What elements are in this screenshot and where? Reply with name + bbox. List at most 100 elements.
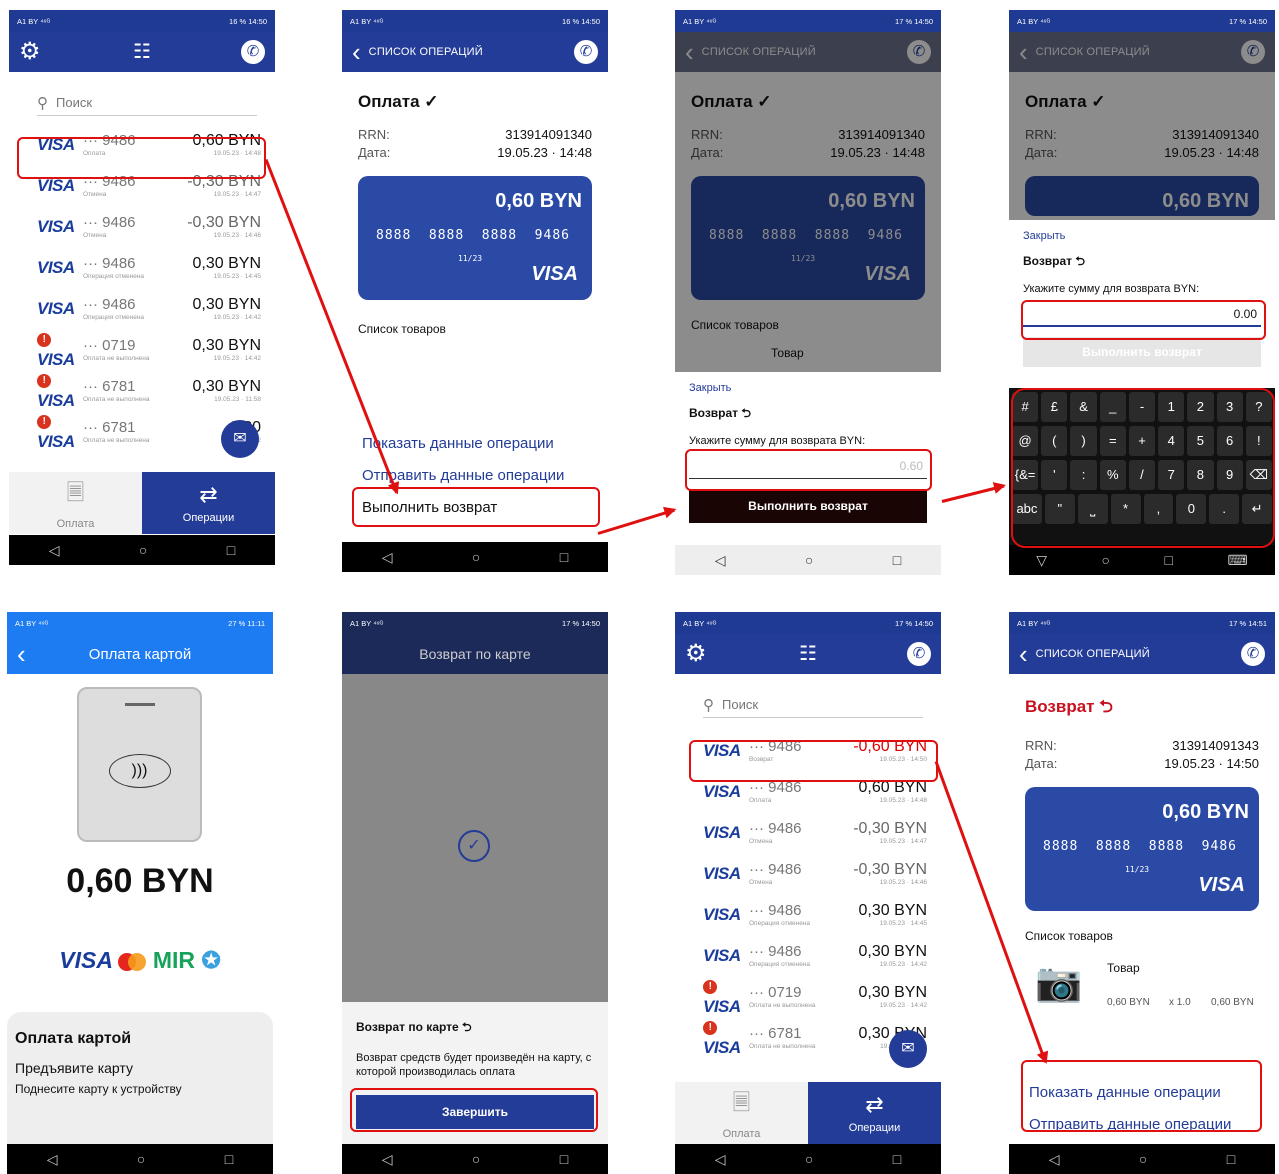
search-input[interactable]: ⚲ Поиск (703, 692, 923, 718)
nav-back[interactable]: ◁ (715, 1151, 726, 1168)
phone-icon[interactable]: ✆ (907, 642, 931, 666)
op-status: Оплата не выполнена (83, 437, 150, 444)
search-icon: ⚲ (37, 94, 48, 112)
list-item[interactable]: !VISA ··· 0719 Оплата не выполнена 0,30 BYN… (9, 329, 275, 370)
list-item[interactable]: VISA ··· 9486 Отмена -0,30 BYN 19.05.23 · 14… (675, 853, 941, 894)
mail-icon[interactable]: ✉ (221, 420, 259, 458)
sliders-icon[interactable]: ☷ (133, 38, 151, 66)
mail-icon[interactable]: ✉ (889, 1030, 927, 1068)
nav-back[interactable]: ◁ (382, 1151, 393, 1168)
nav-recent[interactable]: □ (893, 552, 901, 568)
nav-home[interactable]: ○ (472, 549, 480, 565)
op-date: 19.05.23 · 14:45 (213, 273, 261, 280)
list-item[interactable]: !VISA ··· 6781 Оплата не выполнена 0,30 BYN… (9, 370, 275, 411)
nav-hide-keyboard[interactable]: ▽ (1036, 552, 1047, 569)
list-item[interactable]: VISA ··· 9486 Отмена -0,30 BYN 19.05.23 · 14… (9, 206, 275, 247)
search-icon: ⚲ (703, 696, 714, 714)
show-operation-data-link[interactable]: Показать данные операции (358, 428, 592, 460)
gear-icon[interactable]: ⚙ (19, 38, 41, 66)
op-status: Оплата не выполнена (83, 355, 150, 362)
mastercard-logo (118, 952, 147, 971)
list-item[interactable]: VISA ··· 9486 Операция отменена 0,30 BYN 19.… (9, 288, 275, 329)
op-status: Оплата не выполнена (83, 396, 150, 403)
back-chevron-icon[interactable]: ‹ (17, 634, 26, 674)
tab-payment[interactable]: 🗏 Оплата (675, 1082, 808, 1144)
phone-icon[interactable]: ✆ (1241, 642, 1265, 666)
op-date: 19.05.23 · 14:48 (879, 797, 927, 804)
search-input[interactable]: ⚲ Поиск (37, 90, 257, 116)
tab-operations[interactable]: ⇄ Операции (808, 1082, 941, 1144)
card-mask: ··· 0719 (83, 337, 136, 354)
visa-logo: !VISA (37, 374, 75, 410)
nav-back[interactable]: ◁ (49, 542, 60, 559)
nav-home[interactable]: ○ (1102, 552, 1110, 568)
nav-home[interactable]: ○ (137, 1151, 145, 1167)
detail-title: Оплата ✓ (358, 92, 439, 111)
visa-logo: VISA (703, 822, 741, 842)
nav-home[interactable]: ○ (472, 1151, 480, 1167)
sliders-icon[interactable]: ☷ (799, 640, 817, 668)
card-mask: ··· 9486 (749, 861, 802, 878)
visa-logo: VISA (703, 945, 741, 965)
list-item[interactable]: VISA ··· 9486 Операция отменена 0,30 BYN 19.… (675, 935, 941, 976)
android-nav: ◁ ○ □ (675, 1144, 941, 1174)
nav-recent[interactable]: □ (893, 1151, 901, 1167)
pay-line1: Предъявите карту (15, 1060, 133, 1076)
op-status: Операция отменена (83, 314, 145, 321)
status-right: 16 % 14:50 (229, 16, 267, 26)
date-value: 19.05.23 · 14:48 (497, 145, 592, 160)
back-chevron-icon[interactable]: ‹ (352, 32, 361, 72)
search-placeholder: Поиск (56, 95, 93, 110)
tab-payment[interactable]: 🗏 Оплата (9, 472, 142, 534)
op-date: 19.05.23 · 14:47 (879, 838, 927, 845)
nav-recent[interactable]: □ (1165, 552, 1173, 568)
date-value: 19.05.23 · 14:50 (1164, 756, 1259, 771)
gear-icon[interactable]: ⚙ (685, 640, 707, 668)
nav-home[interactable]: ○ (805, 1151, 813, 1167)
op-amount: -0,30 BYN (853, 820, 927, 837)
tab-operations-label: Операции (182, 512, 235, 524)
nav-back[interactable]: ◁ (715, 552, 726, 569)
op-status: Операция отменена (83, 273, 145, 280)
op-status: Операция отменена (749, 961, 811, 968)
phone-icon[interactable]: ✆ (241, 40, 265, 64)
card-amount: 0,60 BYN (1162, 801, 1249, 823)
nav-home[interactable]: ○ (1139, 1151, 1147, 1167)
status-right: 17 % 14:50 (895, 618, 933, 628)
rrn-label: RRN: (358, 127, 390, 142)
nav-recent[interactable]: □ (225, 1151, 233, 1167)
list-item[interactable]: VISA ··· 9486 Операция отменена 0,30 BYN 19.… (675, 894, 941, 935)
op-date: 19.05.23 · 11:58 (214, 396, 261, 403)
nav-back[interactable]: ◁ (1049, 1151, 1060, 1168)
op-date: 19.05.23 · 14:42 (879, 1002, 927, 1009)
search-placeholder: Поиск (722, 697, 759, 712)
tab-operations[interactable]: ⇄ Операции (142, 472, 275, 534)
do-refund-button[interactable]: Выполнить возврат (689, 489, 927, 523)
list-item[interactable]: !VISA ··· 0719 Оплата не выполнена 0,30 BYN… (675, 976, 941, 1017)
status-bar: A1 BY ⁴⁶ᴳ 17 % 14:50 (675, 612, 941, 634)
nav-recent[interactable]: □ (1227, 1151, 1235, 1167)
nav-recent[interactable]: □ (227, 542, 235, 558)
top-bar: Возврат по карте (342, 634, 608, 674)
nav-back[interactable]: ◁ (382, 549, 393, 566)
nav-recent[interactable]: □ (560, 1151, 568, 1167)
nav-home[interactable]: ○ (139, 542, 147, 558)
card-mask: ··· 0719 (749, 984, 802, 1001)
nav-recent[interactable]: □ (560, 549, 568, 565)
keyboard-icon[interactable]: ⌨ (1228, 552, 1248, 569)
list-item[interactable]: VISA ··· 9486 Отмена -0,30 BYN 19.05.23 · 14… (675, 812, 941, 853)
list-item[interactable]: VISA ··· 9486 Операция отменена 0,30 BYN 19.… (9, 247, 275, 288)
visa-logo: VISA (703, 863, 741, 883)
nav-home[interactable]: ○ (805, 552, 813, 568)
card-expiry: 11/23 (458, 254, 483, 263)
back-chevron-icon[interactable]: ‹ (1019, 634, 1028, 674)
close-button[interactable]: Закрыть (689, 382, 927, 394)
do-refund-button-disabled[interactable]: Выполнить возврат (1023, 337, 1261, 367)
nav-back[interactable]: ◁ (47, 1151, 58, 1168)
android-nav: ◁ ○ □ (1009, 1144, 1275, 1174)
op-status: Оплата не выполнена (749, 1043, 816, 1050)
phone-icon[interactable]: ✆ (574, 40, 598, 64)
close-button[interactable]: Закрыть (1023, 230, 1261, 242)
android-nav: ◁ ○ □ (7, 1144, 273, 1174)
item-name: Товар (1107, 961, 1140, 975)
